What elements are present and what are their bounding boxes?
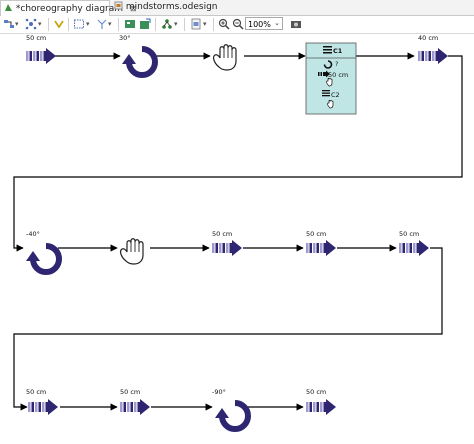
diagram-canvas[interactable]: 50 cm 30° C1 ? 50 cm C2 40 cm -40° 50 cm… xyxy=(0,0,474,444)
move-node[interactable]: 50 cm xyxy=(26,388,58,415)
nested-rotate-label: ? xyxy=(335,60,338,68)
rotate-icon xyxy=(215,403,248,429)
loop-title: C1 xyxy=(333,47,343,55)
rotate-angle-label: -90° xyxy=(212,388,226,396)
loop-container[interactable]: C1 ? 50 cm C2 xyxy=(305,42,357,115)
hand-node[interactable] xyxy=(212,44,237,71)
loop-icon xyxy=(322,90,330,97)
move-distance-label: 50 cm xyxy=(306,388,326,396)
move-arrow-icon xyxy=(26,48,56,64)
move-arrow-icon xyxy=(120,399,150,415)
nested-move-label: 50 cm xyxy=(328,71,348,79)
move-distance-label: 50 cm xyxy=(306,230,326,238)
move-node[interactable]: 50 cm xyxy=(120,388,150,415)
rotate-angle-label: -40° xyxy=(26,230,40,238)
move-distance-label: 50 cm xyxy=(399,230,419,238)
move-node[interactable]: 50 cm xyxy=(306,230,336,256)
move-distance-label: 50 cm xyxy=(212,230,232,238)
move-node[interactable]: 50 cm xyxy=(212,230,242,256)
rotate-angle-label: 30° xyxy=(119,34,131,42)
hand-node[interactable] xyxy=(119,238,144,265)
hand-icon xyxy=(119,238,144,265)
rotate-node[interactable]: -90° xyxy=(212,388,248,429)
loop-icon xyxy=(323,46,332,54)
move-arrow-icon xyxy=(28,399,58,415)
hand-icon xyxy=(212,44,237,71)
rotate-node[interactable]: -40° xyxy=(26,230,59,272)
move-arrow-icon xyxy=(212,240,242,256)
move-arrow-icon xyxy=(306,240,336,256)
rotate-icon xyxy=(26,246,59,272)
move-distance-label: 50 cm xyxy=(26,34,46,42)
move-distance-label: 50 cm xyxy=(120,388,140,396)
move-node[interactable]: 50 cm xyxy=(399,230,429,256)
move-arrow-icon xyxy=(399,240,429,256)
nested-loop-title: C2 xyxy=(331,91,340,99)
rotate-node[interactable]: 30° xyxy=(119,34,155,75)
move-distance-label: 50 cm xyxy=(26,388,46,396)
move-arrow-icon xyxy=(418,48,448,64)
move-distance-label: 40 cm xyxy=(418,34,438,42)
rotate-icon xyxy=(122,49,155,75)
move-arrow-icon xyxy=(306,399,336,415)
move-node[interactable]: 50 cm xyxy=(26,34,56,64)
connector-path[interactable] xyxy=(13,52,463,411)
move-node[interactable]: 50 cm xyxy=(306,388,336,415)
move-node[interactable]: 40 cm xyxy=(418,34,448,64)
